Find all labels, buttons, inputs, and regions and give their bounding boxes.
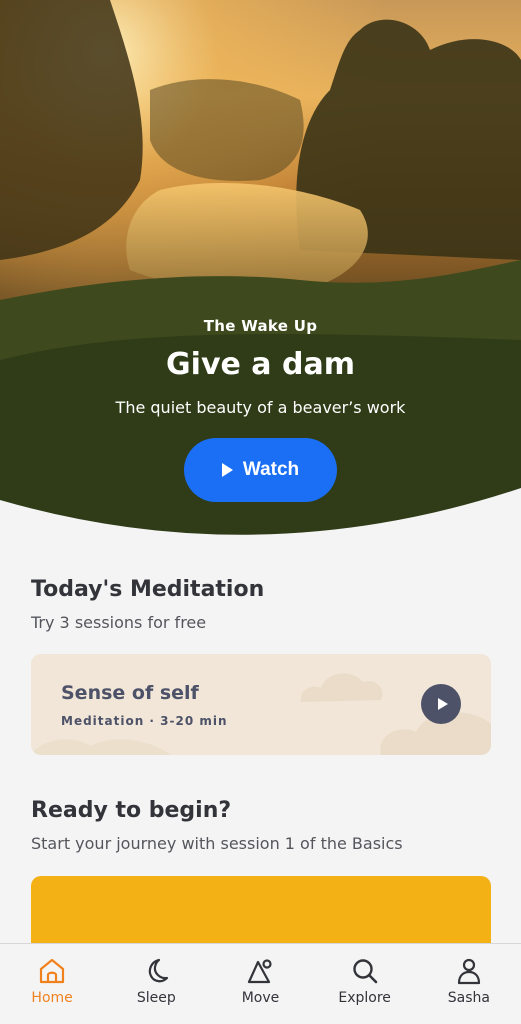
hero-title: Give a dam [166, 347, 355, 382]
ready-section-title: Ready to begin? [31, 798, 232, 823]
bottom-tab-bar: Home Sleep Move Explore Sasha [0, 943, 521, 1024]
tab-explore[interactable]: Explore [313, 944, 417, 1024]
search-icon [352, 959, 377, 984]
play-icon [221, 463, 233, 477]
watch-button[interactable]: Watch [184, 438, 337, 502]
tab-profile[interactable]: Sasha [417, 944, 521, 1024]
profile-icon [457, 958, 480, 985]
tab-label: Home [31, 990, 73, 1006]
meditation-card-meta: Meditation · 3-20 min [61, 714, 228, 728]
meditation-play-button[interactable] [421, 684, 461, 724]
hero-subtitle: The quiet beauty of a beaver’s work [115, 398, 406, 417]
tab-home[interactable]: Home [0, 944, 104, 1024]
play-icon [437, 698, 448, 710]
tab-sleep[interactable]: Sleep [104, 944, 208, 1024]
tab-move[interactable]: Move [208, 944, 312, 1024]
move-icon [248, 959, 273, 984]
watch-button-label: Watch [242, 459, 300, 480]
tab-label: Explore [338, 990, 391, 1006]
meditation-card[interactable]: Sense of self Meditation · 3-20 min [31, 654, 491, 755]
tab-label: Move [241, 990, 280, 1006]
hero-eyebrow: The Wake Up [203, 317, 318, 335]
home-icon [39, 958, 65, 984]
today-section-title: Today's Meditation [31, 577, 265, 602]
ready-section-subtitle: Start your journey with session 1 of the… [31, 834, 403, 853]
hero-banner: The Wake Up Give a dam The quiet beauty … [0, 0, 521, 535]
meditation-card-title: Sense of self [61, 682, 199, 704]
today-section-subtitle: Try 3 sessions for free [31, 613, 207, 632]
moon-icon [149, 958, 169, 983]
tab-label: Sleep [136, 990, 176, 1006]
tab-label: Sasha [447, 990, 490, 1006]
